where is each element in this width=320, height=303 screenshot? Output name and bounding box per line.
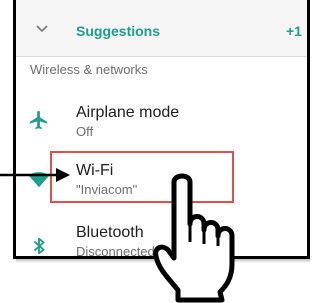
chevron-down-icon[interactable] xyxy=(36,24,48,34)
pointer-arrow-icon xyxy=(0,168,70,182)
section-header: Wireless & networks xyxy=(30,62,148,77)
setting-title: Airplane mode xyxy=(76,104,180,121)
bluetooth-icon xyxy=(33,237,45,255)
setting-subtitle: Disconnected xyxy=(76,244,155,259)
suggestions-header[interactable]: Suggestions +1 xyxy=(16,0,307,57)
setting-title: Wi-Fi xyxy=(76,162,114,179)
airplane-icon xyxy=(29,110,48,130)
suggestions-label: Suggestions xyxy=(76,23,161,39)
setting-airplane-mode[interactable]: Airplane mode Off xyxy=(16,96,307,152)
setting-subtitle: Off xyxy=(76,124,94,139)
suggestions-count: +1 xyxy=(286,23,302,39)
setting-subtitle: "Inviacom" xyxy=(76,182,138,197)
pointing-hand-icon xyxy=(153,173,235,303)
setting-title: Bluetooth xyxy=(76,224,144,241)
